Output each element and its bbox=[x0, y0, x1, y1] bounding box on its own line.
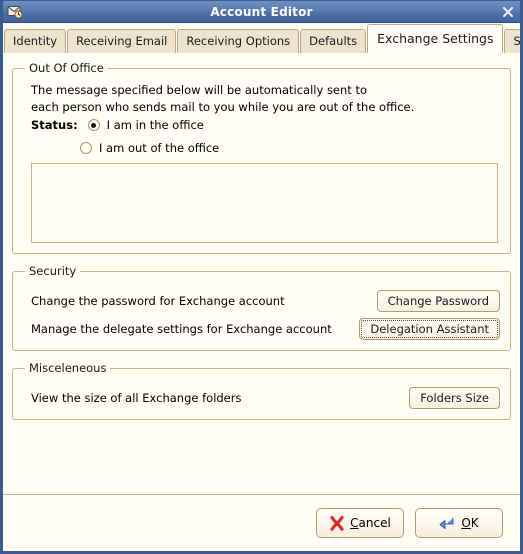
misceleneous-group: Misceleneous View the size of all Exchan… bbox=[12, 361, 511, 420]
tab-receiving-options[interactable]: Receiving Options bbox=[177, 29, 300, 53]
ok-suffix: K bbox=[470, 516, 479, 530]
tab-bar: Identity Receiving Email Receiving Optio… bbox=[3, 23, 520, 53]
out-of-office-description-line2: each person who sends mail to you while … bbox=[31, 100, 415, 114]
out-of-office-message-input[interactable] bbox=[31, 163, 498, 243]
out-of-office-legend: Out Of Office bbox=[29, 61, 104, 75]
tab-panel-exchange-settings: Out Of Office The message specified belo… bbox=[3, 53, 520, 420]
ok-button[interactable]: OK bbox=[415, 508, 503, 538]
radio-in-office[interactable] bbox=[87, 119, 100, 131]
delegation-assistant-row: Manage the delegate settings for Exchang… bbox=[31, 318, 500, 340]
blue-enter-arrow-icon bbox=[439, 516, 456, 531]
title-bar: Account Editor bbox=[3, 1, 520, 23]
misceleneous-legend: Misceleneous bbox=[29, 361, 107, 375]
status-label: Status: bbox=[31, 118, 78, 132]
tab-receiving-email[interactable]: Receiving Email bbox=[67, 29, 177, 53]
tab-security[interactable]: Security bbox=[504, 29, 520, 53]
cancel-button-label: Cancel bbox=[350, 516, 391, 530]
change-password-label: Change the password for Exchange account bbox=[31, 294, 285, 308]
radio-out-of-office-label: I am out of the office bbox=[99, 141, 220, 155]
security-group: Security Change the password for Exchang… bbox=[12, 264, 511, 351]
security-legend: Security bbox=[29, 264, 77, 278]
radio-in-office-label: I am in the office bbox=[106, 118, 204, 132]
change-password-row: Change the password for Exchange account… bbox=[31, 290, 500, 312]
red-x-icon bbox=[329, 515, 345, 531]
folders-size-label: View the size of all Exchange folders bbox=[31, 391, 242, 405]
tab-identity[interactable]: Identity bbox=[4, 29, 67, 53]
account-editor-window: Account Editor Identity Receiving Email … bbox=[0, 0, 523, 554]
close-icon[interactable] bbox=[500, 4, 515, 19]
delegation-assistant-button[interactable]: Delegation Assistant bbox=[359, 318, 500, 340]
folders-size-row: View the size of all Exchange folders Fo… bbox=[31, 387, 500, 409]
change-password-button[interactable]: Change Password bbox=[376, 290, 500, 312]
tab-defaults[interactable]: Defaults bbox=[300, 29, 367, 53]
cancel-button[interactable]: Cancel bbox=[316, 508, 404, 538]
delegation-assistant-label: Manage the delegate settings for Exchang… bbox=[31, 322, 332, 336]
out-of-office-row: I am out of the office bbox=[80, 141, 500, 155]
envelope-clock-icon bbox=[5, 3, 25, 21]
cancel-suffix: ancel bbox=[358, 516, 391, 530]
tab-exchange-settings[interactable]: Exchange Settings bbox=[367, 24, 504, 53]
out-of-office-group: Out Of Office The message specified belo… bbox=[12, 61, 511, 254]
folders-size-button[interactable]: Folders Size bbox=[409, 387, 500, 409]
ok-mnemonic: O bbox=[461, 516, 471, 530]
status-row: Status: I am in the office bbox=[31, 118, 500, 132]
out-of-office-description-line1: The message specified below will be auto… bbox=[31, 83, 368, 97]
cancel-mnemonic: C bbox=[350, 516, 359, 530]
window-title: Account Editor bbox=[210, 4, 313, 19]
radio-out-of-office[interactable] bbox=[80, 142, 92, 154]
ok-button-label: OK bbox=[461, 516, 478, 530]
dialog-footer: Cancel OK bbox=[3, 494, 520, 551]
